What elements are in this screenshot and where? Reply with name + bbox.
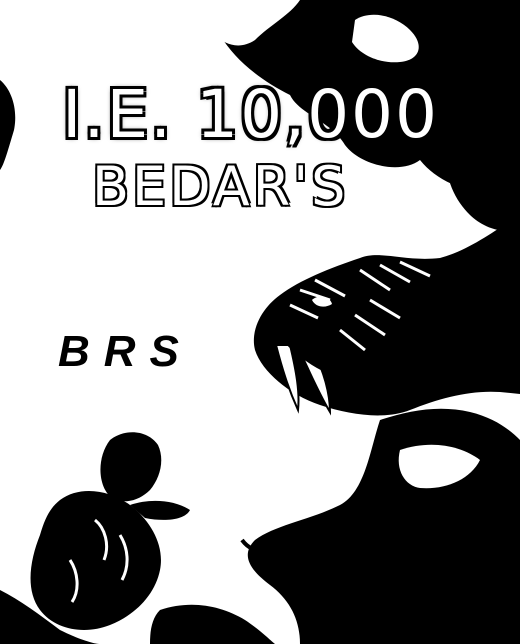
dark-sky-right-band bbox=[445, 140, 520, 232]
dark-edge-left bbox=[0, 80, 16, 170]
poster-title: I.E. 10,000 bbox=[62, 76, 440, 153]
poster-subtitle: BEDAR'S bbox=[92, 155, 349, 218]
cloud-white-left bbox=[0, 0, 200, 89]
dark-lower-right bbox=[247, 408, 520, 644]
poster-mark: BRS bbox=[58, 327, 193, 376]
hunter-hair bbox=[100, 432, 162, 502]
movie-poster: I.E. 10,000 BEDAR'S BRS bbox=[0, 0, 520, 644]
dark-floor-center bbox=[150, 604, 275, 644]
